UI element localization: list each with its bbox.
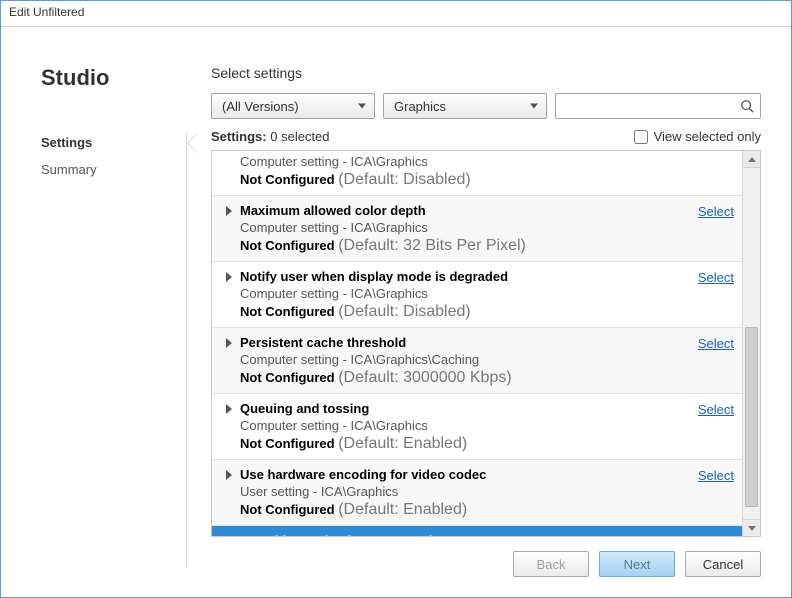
settings-row[interactable]: Queuing and tossingComputer setting - IC… [212,394,742,460]
category-dropdown-value: Graphics [394,99,446,114]
settings-row[interactable]: Persistent cache thresholdComputer setti… [212,328,742,394]
search-icon[interactable] [740,99,754,113]
row-content: Queuing and tossingComputer setting - IC… [240,400,690,453]
row-title: Notify user when display mode is degrade… [240,268,690,286]
row-content: Notify user when display mode is degrade… [240,268,690,321]
status-row: Settings: 0 selected View selected only [211,129,761,144]
settings-list-wrap: Computer setting - ICA\GraphicsNot Confi… [211,150,761,537]
settings-row[interactable]: Maximum allowed color depthComputer sett… [212,196,742,262]
settings-count: Settings: 0 selected [211,129,330,144]
scrollbar[interactable] [742,151,760,536]
content: Studio Settings Summary Select settings … [1,27,791,597]
select-link[interactable]: Select [698,468,734,483]
scroll-thumb[interactable] [745,327,758,507]
row-content: Maximum allowed color depthComputer sett… [240,202,690,255]
footer: Back Next Cancel [211,537,761,577]
row-state: Not Configured [240,436,338,451]
row-subtitle: Computer setting - ICA\Graphics [240,417,690,435]
search-input[interactable] [564,99,740,114]
next-button[interactable]: Next [599,551,675,577]
row-title: Use hardware encoding for video codec [240,466,690,484]
row-content: Computer setting - ICA\GraphicsNot Confi… [240,153,734,189]
settings-count-value: 0 selected [270,129,329,144]
scroll-down-button[interactable] [743,519,760,536]
section-heading: Select settings [211,65,761,81]
row-state: Not Configured [240,304,338,319]
cancel-button[interactable]: Cancel [685,551,761,577]
row-state-line: Not Configured (Default: 32 Bits Per Pix… [240,237,690,255]
settings-row[interactable]: Notify user when display mode is degrade… [212,262,742,328]
expand-icon[interactable] [226,404,232,414]
sidebar: Studio Settings Summary [1,27,187,597]
chevron-down-icon [748,526,756,531]
row-default: (Default: Enabled) [338,435,467,452]
settings-row[interactable]: Computer setting - ICA\GraphicsNot Confi… [212,151,742,196]
row-content: Use video codec for compressionUser sett… [240,532,690,536]
chevron-down-icon [358,104,366,109]
settings-row[interactable]: Use hardware encoding for video codecUse… [212,460,742,526]
select-link[interactable]: Select [698,534,734,536]
select-link[interactable]: Select [698,336,734,351]
row-subtitle: Computer setting - ICA\Graphics [240,153,734,171]
row-title: Use video codec for compression [240,532,690,536]
nav-item-settings[interactable]: Settings [41,129,187,156]
window-title: Edit Unfiltered [9,5,84,19]
row-default: (Default: 3000000 Kbps) [338,369,511,386]
row-state: Not Configured [240,502,338,517]
version-dropdown-value: (All Versions) [222,99,299,114]
category-dropdown[interactable]: Graphics [383,93,547,119]
settings-list[interactable]: Computer setting - ICA\GraphicsNot Confi… [212,151,742,536]
row-default: (Default: Disabled) [338,303,471,320]
chevron-up-icon [748,157,756,162]
row-state-line: Not Configured (Default: 3000000 Kbps) [240,369,690,387]
expand-icon[interactable] [226,206,232,216]
row-subtitle: Computer setting - ICA\Graphics [240,285,690,303]
row-state: Not Configured [240,370,338,385]
main-panel: Select settings (All Versions) Graphics … [187,27,791,597]
row-subtitle: User setting - ICA\Graphics [240,483,690,501]
search-box[interactable] [555,93,761,119]
row-title: Persistent cache threshold [240,334,690,352]
row-title: Queuing and tossing [240,400,690,418]
expand-icon[interactable] [226,338,232,348]
row-state-line: Not Configured (Default: Disabled) [240,171,734,189]
row-state-line: Not Configured (Default: Disabled) [240,303,690,321]
row-title: Maximum allowed color depth [240,202,690,220]
nav-item-summary[interactable]: Summary [41,156,187,183]
select-link[interactable]: Select [698,270,734,285]
chevron-down-icon [530,104,538,109]
settings-label: Settings: [211,129,267,144]
expand-icon[interactable] [226,272,232,282]
row-default: (Default: 32 Bits Per Pixel) [338,237,526,254]
filter-row: (All Versions) Graphics [211,93,761,119]
row-state: Not Configured [240,238,338,253]
row-default: (Default: Enabled) [338,501,467,518]
row-default: (Default: Disabled) [338,171,471,188]
settings-row[interactable]: Use video codec for compressionUser sett… [212,526,742,536]
row-content: Use hardware encoding for video codecUse… [240,466,690,519]
row-state-line: Not Configured (Default: Enabled) [240,501,690,519]
row-content: Persistent cache thresholdComputer setti… [240,334,690,387]
version-dropdown[interactable]: (All Versions) [211,93,375,119]
select-link[interactable]: Select [698,204,734,219]
view-selected-label: View selected only [654,129,761,144]
sidebar-divider [186,133,187,567]
scroll-up-button[interactable] [743,151,760,168]
titlebar: Edit Unfiltered [1,1,791,27]
expand-icon[interactable] [226,470,232,480]
row-state-line: Not Configured (Default: Enabled) [240,435,690,453]
sidebar-title: Studio [41,65,187,91]
view-selected-checkbox[interactable] [634,130,648,144]
view-selected-only[interactable]: View selected only [634,129,761,144]
row-state: Not Configured [240,172,338,187]
row-subtitle: Computer setting - ICA\Graphics [240,219,690,237]
row-subtitle: Computer setting - ICA\Graphics\Caching [240,351,690,369]
back-button[interactable]: Back [513,551,589,577]
select-link[interactable]: Select [698,402,734,417]
